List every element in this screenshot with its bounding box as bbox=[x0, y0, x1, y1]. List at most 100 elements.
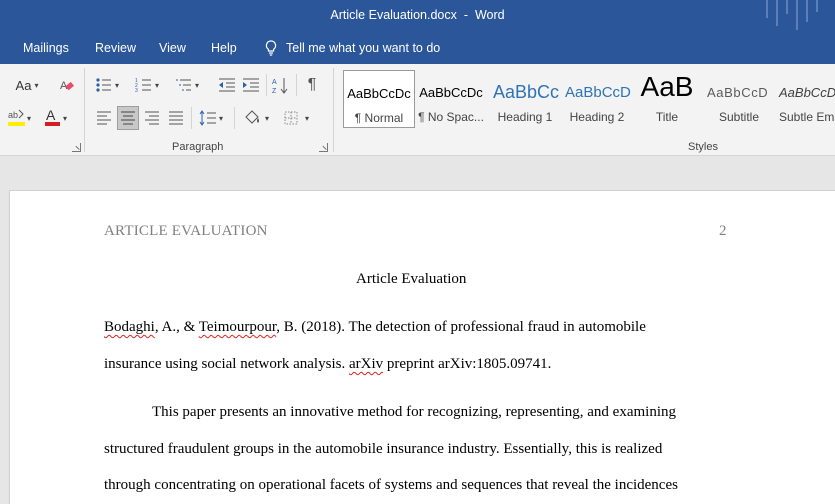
reference-text: insurance using social network analysis. bbox=[104, 356, 349, 372]
window-title: Article Evaluation.docx - Word bbox=[0, 8, 835, 22]
bullets-icon: ▾ bbox=[96, 78, 119, 92]
style-sample: AaBbCcD bbox=[565, 83, 631, 101]
svg-text:ab: ab bbox=[8, 110, 18, 120]
page-number: 2 bbox=[719, 223, 727, 239]
svg-text:▾: ▾ bbox=[219, 114, 223, 123]
styles-gallery: AaBbCcDc ¶ Normal AaBbCcDc ¶ No Spac... … bbox=[341, 70, 835, 130]
style-name: Heading 2 bbox=[569, 110, 625, 124]
tell-me-search[interactable]: Tell me what you want to do bbox=[265, 40, 440, 56]
show-formatting-marks-button[interactable]: ¶ bbox=[302, 74, 322, 96]
body-paragraph-line: This paper presents an innovative method… bbox=[152, 404, 677, 420]
body-paragraph-line: through concentrating on operational fac… bbox=[104, 477, 678, 493]
group-separator bbox=[234, 107, 235, 129]
font-dialog-launcher[interactable] bbox=[72, 143, 81, 152]
change-case-label: Aa bbox=[15, 77, 32, 93]
body-paragraph-line: structured fraudulent groups in the auto… bbox=[104, 441, 663, 457]
paint-bucket-icon: ▾ bbox=[245, 110, 269, 124]
justify-button[interactable] bbox=[165, 107, 187, 129]
line-spacing-icon: ▾ bbox=[199, 110, 223, 126]
style-name: ¶ Normal bbox=[354, 111, 404, 125]
reference-line-2: insurance using social network analysis.… bbox=[104, 356, 551, 373]
align-center-icon bbox=[121, 111, 135, 125]
sort-button[interactable]: A Z bbox=[271, 74, 291, 96]
style-name: Heading 1 bbox=[497, 110, 553, 124]
align-left-button[interactable] bbox=[93, 107, 115, 129]
document-name: Article Evaluation.docx bbox=[330, 8, 457, 22]
tab-review[interactable]: Review bbox=[95, 41, 136, 55]
tab-mailings[interactable]: Mailings bbox=[23, 41, 69, 55]
styles-group-label: Styles bbox=[688, 141, 718, 153]
line-spacing-button[interactable]: ▾ bbox=[196, 107, 230, 129]
highlighter-icon: ab ▾ bbox=[8, 109, 31, 126]
group-separator bbox=[333, 68, 334, 152]
align-left-icon bbox=[97, 111, 111, 125]
svg-text:▾: ▾ bbox=[155, 81, 159, 90]
group-separator bbox=[84, 68, 85, 152]
tab-help[interactable]: Help bbox=[211, 41, 237, 55]
spelling-error-arxiv[interactable]: arXiv bbox=[349, 356, 383, 372]
title-bar: Article Evaluation.docx - Word bbox=[0, 0, 835, 32]
clear-formatting-button[interactable]: A bbox=[56, 74, 78, 96]
tab-view[interactable]: View bbox=[159, 41, 186, 55]
app-name: Word bbox=[474, 8, 505, 22]
decrease-indent-icon bbox=[219, 78, 235, 92]
style-name: Subtle Em... bbox=[779, 110, 835, 124]
svg-text:A: A bbox=[46, 107, 56, 123]
shading-button[interactable]: ▾ bbox=[240, 107, 276, 129]
svg-text:▾: ▾ bbox=[195, 81, 199, 90]
increase-indent-icon bbox=[243, 78, 259, 92]
document-canvas[interactable]: ARTICLE EVALUATION 2 Article Evaluation … bbox=[0, 157, 835, 504]
paragraph-group-label: Paragraph bbox=[172, 141, 224, 153]
decrease-indent-button[interactable] bbox=[217, 74, 237, 96]
borders-icon: ▾ bbox=[284, 111, 309, 125]
borders-button[interactable]: ▾ bbox=[280, 107, 316, 129]
align-right-icon bbox=[145, 111, 159, 125]
numbering-button[interactable]: 123 ▾ bbox=[132, 74, 166, 96]
title-bar-decoration-icon bbox=[766, 0, 818, 30]
style-name: ¶ No Spac... bbox=[418, 110, 484, 124]
align-center-button[interactable] bbox=[117, 106, 139, 130]
document-title: Article Evaluation bbox=[356, 271, 467, 287]
spelling-error-author-1[interactable]: Bodaghi bbox=[104, 319, 155, 335]
svg-text:Z: Z bbox=[272, 88, 277, 94]
svg-text:▾: ▾ bbox=[63, 114, 67, 123]
font-color-button[interactable]: A ▾ bbox=[40, 106, 74, 128]
style-no-spacing[interactable]: AaBbCcDc ¶ No Spac... bbox=[415, 70, 487, 128]
style-sample: AaBbCcD bbox=[707, 84, 769, 100]
lightbulb-icon bbox=[265, 40, 277, 56]
document-page[interactable]: ARTICLE EVALUATION 2 Article Evaluation … bbox=[9, 190, 835, 504]
bullets-button[interactable]: ▾ bbox=[92, 74, 126, 96]
style-sample: AaBbCcD bbox=[779, 84, 835, 100]
highlight-color-button[interactable]: ab ▾ bbox=[2, 106, 38, 128]
increase-indent-button[interactable] bbox=[241, 74, 261, 96]
multilevel-list-button[interactable]: ▾ bbox=[172, 74, 206, 96]
multilevel-list-icon: ▾ bbox=[176, 79, 199, 91]
numbering-icon: 123 ▾ bbox=[135, 78, 159, 93]
change-case-button[interactable]: Aa ▾ bbox=[10, 74, 44, 96]
chevron-down-icon: ▾ bbox=[34, 80, 39, 90]
eraser-icon: A bbox=[60, 80, 74, 92]
style-heading-1[interactable]: AaBbCc Heading 1 bbox=[489, 70, 561, 128]
style-name: Subtitle bbox=[718, 110, 760, 124]
svg-text:▾: ▾ bbox=[265, 114, 269, 123]
svg-text:3: 3 bbox=[135, 88, 138, 93]
style-sample: AaBbCc bbox=[493, 81, 560, 102]
svg-text:▾: ▾ bbox=[115, 81, 119, 90]
style-subtitle[interactable]: AaBbCcD Subtitle bbox=[703, 70, 775, 128]
style-sample: AaB bbox=[640, 71, 694, 102]
style-subtle-emphasis[interactable]: AaBbCcD Subtle Em... bbox=[775, 70, 835, 128]
spelling-error-author-2[interactable]: Teimourpour bbox=[199, 319, 277, 335]
paragraph-dialog-launcher[interactable] bbox=[319, 143, 328, 152]
svg-text:▾: ▾ bbox=[27, 114, 31, 123]
style-heading-2[interactable]: AaBbCcD Heading 2 bbox=[561, 70, 633, 128]
justify-icon bbox=[169, 111, 183, 125]
align-right-button[interactable] bbox=[141, 107, 163, 129]
style-normal[interactable]: AaBbCcDc ¶ Normal bbox=[343, 70, 415, 128]
style-name: Title bbox=[655, 110, 679, 124]
reference-text: preprint arXiv:1805.09741. bbox=[383, 356, 552, 372]
reference-text: , B. (2018). The detection of profession… bbox=[276, 319, 646, 335]
ribbon: Aa ▾ A ab ▾ A ▾ ▾ 123 ▾ ▾ A Z ¶ ▾ ▾ ▾ Pa… bbox=[0, 64, 835, 156]
style-title[interactable]: AaB Title bbox=[631, 70, 703, 128]
style-sample: AaBbCcDc bbox=[347, 85, 411, 101]
ribbon-tabs: Mailings Review View Help Tell me what y… bbox=[0, 32, 835, 64]
